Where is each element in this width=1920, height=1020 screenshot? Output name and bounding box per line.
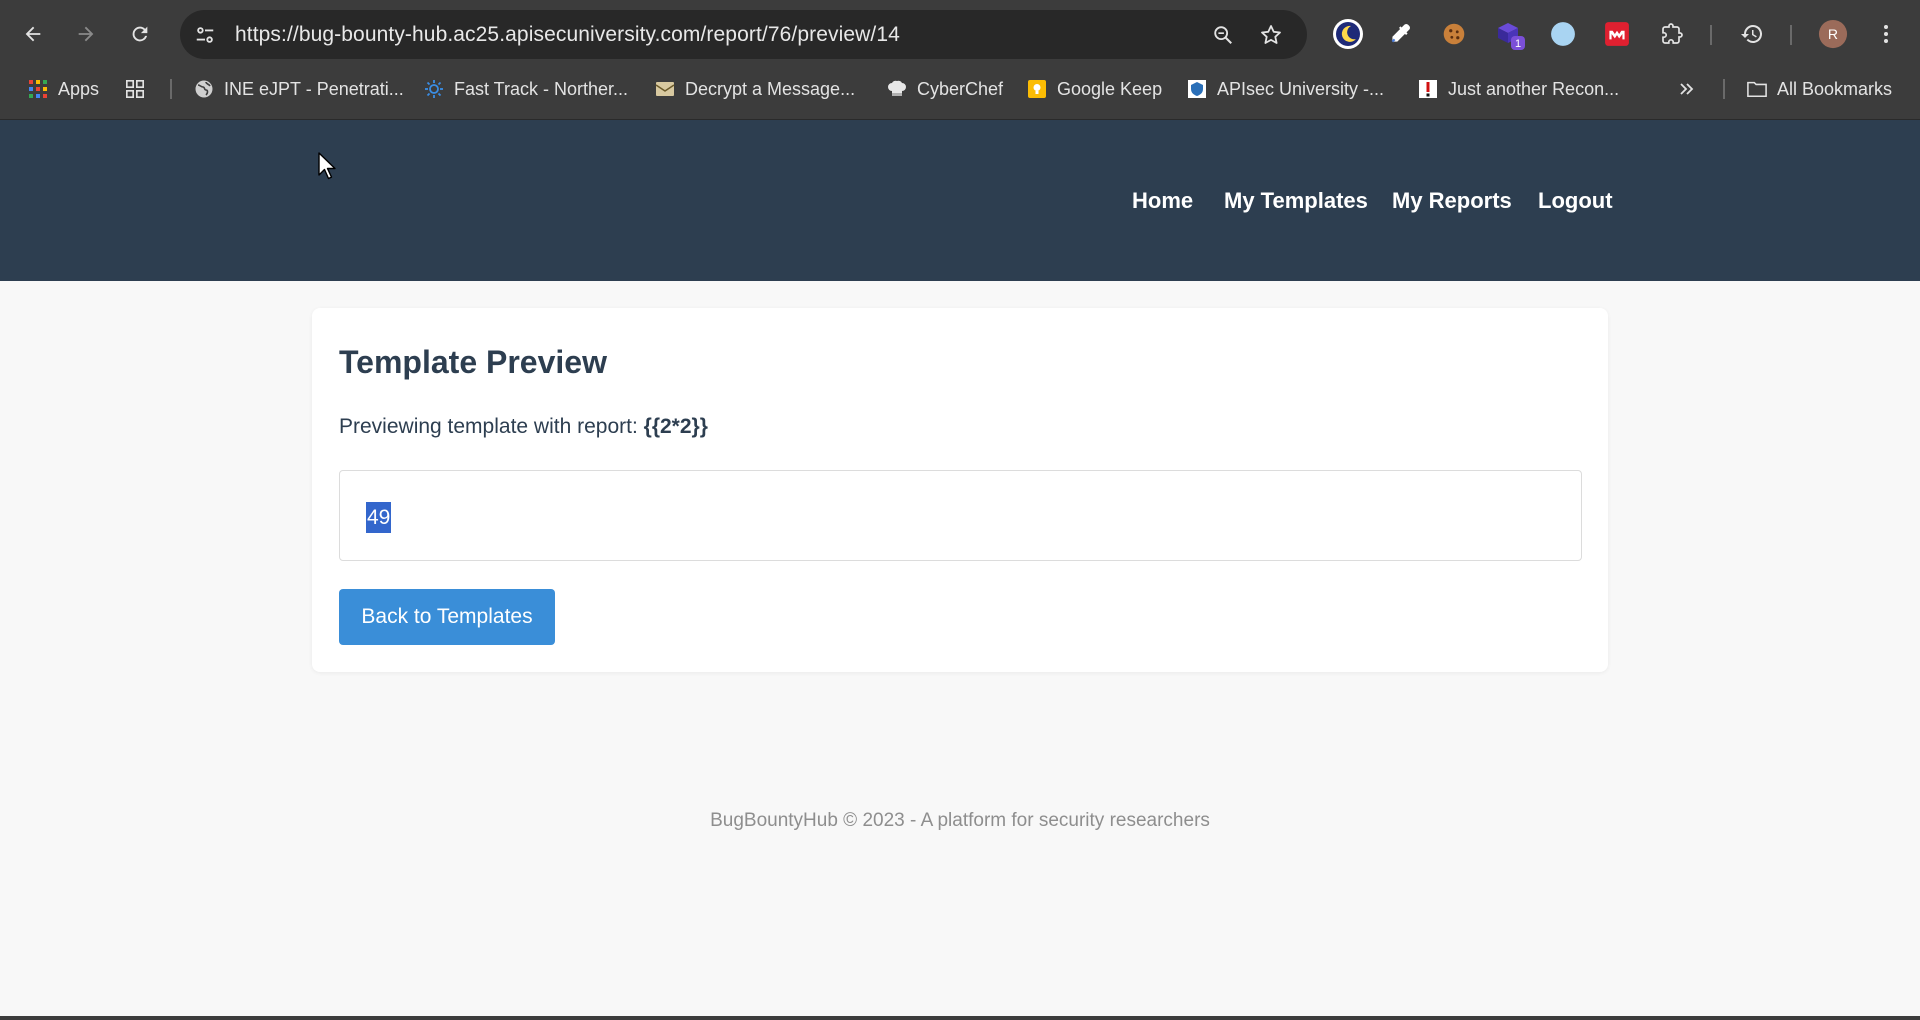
bookmark-label: Apps [58,78,100,99]
exclamation-icon [1418,79,1438,99]
extension-circle-icon[interactable] [1547,18,1579,50]
page-title: Template Preview [339,344,607,380]
apps-grid-icon [28,79,48,99]
bookmark-label: INE eJPT - Penetrati... [224,78,404,99]
window-bottom-edge [0,1016,1920,1020]
bookmarks-overflow-button[interactable] [1677,69,1707,109]
history-icon[interactable] [1736,18,1768,50]
mouse-cursor-icon [318,152,336,180]
bookmark-label: Fast Track - Norther... [454,78,629,99]
report-name: {{2*2}} [643,415,708,438]
template-preview-card: Template Preview Previewing template wit… [312,308,1608,672]
address-bar[interactable]: https://bug-bounty-hub.ac25.apisecuniver… [180,10,1307,59]
browser-menu-icon[interactable] [1870,18,1902,50]
bookmark-ine-ejpt[interactable]: INE eJPT - Penetrati... [194,69,404,109]
extension-cookie-icon[interactable] [1438,18,1470,50]
tab-groups-button[interactable] [125,69,155,109]
forward-nav-button[interactable] [70,18,102,50]
extension-moon-icon[interactable] [1332,18,1364,50]
nav-my-reports-link[interactable]: My Reports [1392,188,1512,214]
url-text[interactable]: https://bug-bounty-hub.ac25.apisecuniver… [235,10,900,59]
extensions-puzzle-icon[interactable] [1656,18,1688,50]
reload-icon [132,26,148,42]
bookmark-decrypt[interactable]: Decrypt a Message... [655,69,855,109]
preview-description-prefix: Previewing template with report: [339,415,644,438]
zoom-icon[interactable] [1210,22,1236,48]
bookmark-label: All Bookmarks [1777,78,1893,99]
bookmarks-divider [170,79,172,99]
bookmark-apps[interactable]: Apps [28,69,99,109]
envelope-icon [655,79,675,99]
folder-icon [1747,79,1767,99]
double-chevron-right-icon [1677,79,1697,99]
reload-button[interactable] [124,18,156,50]
preview-output-value[interactable]: 49 [366,502,392,533]
back-nav-button[interactable] [17,18,49,50]
bookmark-label: APIsec University -... [1217,78,1385,99]
extension-red-icon[interactable] [1601,18,1633,50]
bookmark-label: Decrypt a Message... [685,78,856,99]
bookmark-label: Google Keep [1057,78,1163,99]
arrow-right-icon [78,26,94,42]
back-to-templates-button[interactable]: Back to Templates [339,589,555,645]
profile-avatar[interactable]: R [1817,18,1849,50]
site-header: Home My Templates My Reports Logout [0,120,1920,281]
nav-my-templates-link[interactable]: My Templates [1224,188,1368,214]
bookmarks-bar: Apps INE eJPT - Penetrati... Fast Track … [0,69,1920,120]
bookmark-label: Just another Recon... [1448,78,1620,99]
bookmark-label: CyberChef [917,78,1004,99]
bookmark-fast-track[interactable]: Fast Track - Norther... [424,69,628,109]
nav-logout-link[interactable]: Logout [1538,188,1613,214]
nav-home-link[interactable]: Home [1132,188,1193,214]
bookmark-recon[interactable]: Just another Recon... [1418,69,1619,109]
site-footer: BugBountyHub © 2023 - A platform for sec… [710,810,1210,831]
toolbar-divider [1790,25,1792,45]
template-preview-output[interactable]: 49 [339,470,1582,561]
chef-hat-icon [887,79,907,99]
all-bookmarks-button[interactable]: All Bookmarks [1747,69,1892,109]
profile-initial: R [1828,26,1838,42]
bookmark-apisec[interactable]: APIsec University -... [1187,69,1384,109]
extension-cube-icon[interactable]: 1 [1494,18,1526,50]
arrow-left-icon [25,26,41,42]
extension-badge: 1 [1515,38,1521,50]
tab-groups-icon [125,79,145,99]
preview-description: Previewing template with report: {{2*2}} [339,415,708,439]
star-bookmark-icon[interactable] [1258,22,1284,48]
sun-gear-icon [424,79,444,99]
site-info-icon[interactable] [192,22,218,48]
toolbar-divider [1710,25,1712,45]
bookmark-cyberchef[interactable]: CyberChef [887,69,1003,109]
bookmarks-divider [1723,79,1725,99]
browser-toolbar: https://bug-bounty-hub.ac25.apisecuniver… [0,0,1920,69]
bookmark-google-keep[interactable]: Google Keep [1027,69,1162,109]
extension-eyedropper-icon[interactable] [1384,18,1416,50]
apisec-logo-icon [1187,79,1207,99]
globe-icon [194,79,214,99]
keep-bulb-icon [1027,79,1047,99]
